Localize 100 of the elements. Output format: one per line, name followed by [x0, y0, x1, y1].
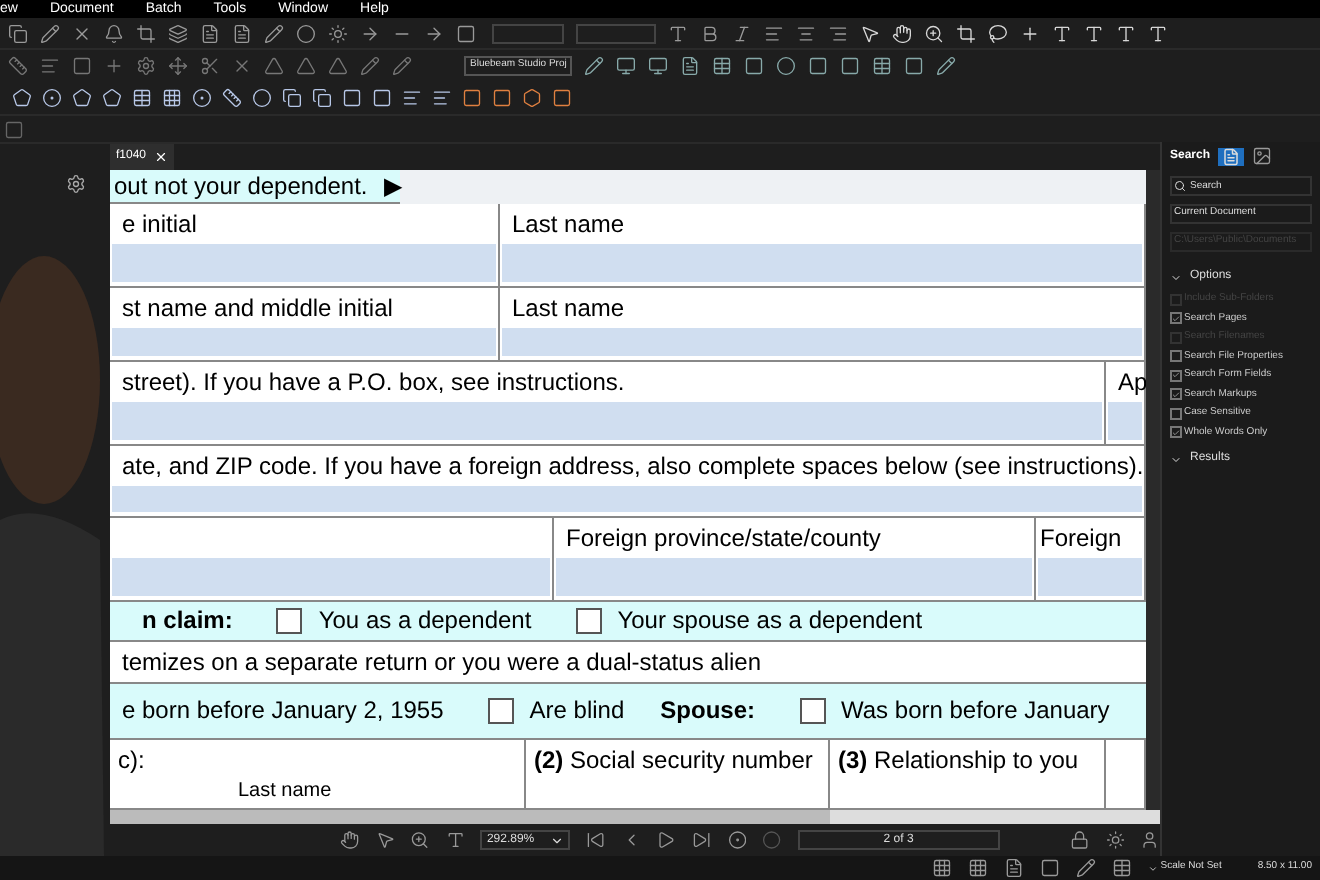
last-page-icon[interactable]	[691, 830, 712, 850]
document-icon[interactable]	[232, 23, 252, 43]
pencil-icon[interactable]	[264, 23, 284, 43]
checkbox[interactable]	[575, 607, 602, 634]
square-icon[interactable]	[1040, 858, 1061, 878]
table-icon[interactable]	[872, 56, 893, 76]
input-field[interactable]	[112, 244, 496, 283]
document-search-tab[interactable]	[1218, 147, 1245, 165]
text-icon[interactable]	[1084, 23, 1104, 43]
align-left-icon[interactable]	[764, 23, 784, 43]
copy-icon[interactable]	[282, 88, 302, 108]
lines-icon[interactable]	[432, 88, 452, 108]
scissors-icon[interactable]	[200, 56, 220, 76]
pointer-icon[interactable]	[375, 830, 395, 850]
bold-icon[interactable]	[700, 23, 720, 43]
checkbox[interactable]	[799, 697, 825, 724]
square-icon[interactable]	[492, 88, 512, 108]
square-icon[interactable]	[456, 23, 476, 43]
hand-icon[interactable]	[340, 830, 360, 850]
chevron-icon[interactable]	[1170, 453, 1182, 465]
pentagon-icon[interactable]	[72, 88, 92, 108]
checkbox[interactable]	[1170, 426, 1182, 439]
user-icon[interactable]	[1140, 830, 1160, 850]
pencil-icon[interactable]	[1076, 858, 1097, 878]
input-field[interactable]	[1038, 557, 1142, 597]
text-icon[interactable]	[1148, 23, 1168, 43]
copy-icon[interactable]	[8, 23, 28, 43]
lasso-icon[interactable]	[988, 23, 1008, 43]
text-icon[interactable]	[1052, 23, 1072, 43]
zoom-in-icon[interactable]	[410, 830, 430, 850]
document-icon[interactable]	[680, 56, 701, 76]
input-field[interactable]	[502, 244, 1142, 283]
caret-icon[interactable]	[550, 833, 565, 847]
lines-icon[interactable]	[40, 56, 60, 76]
circle-icon[interactable]	[776, 56, 797, 76]
table-icon[interactable]	[1112, 858, 1133, 878]
sun-icon[interactable]	[1105, 830, 1125, 850]
square-icon[interactable]	[808, 56, 829, 76]
document-icon[interactable]	[1004, 858, 1025, 878]
hexagon-icon[interactable]	[522, 88, 542, 108]
plus-icon[interactable]	[1020, 23, 1040, 43]
square-icon[interactable]	[372, 88, 392, 108]
back-icon[interactable]	[727, 830, 747, 850]
square-icon[interactable]	[342, 88, 362, 108]
ruler-icon[interactable]	[222, 88, 242, 108]
document-icon[interactable]	[200, 23, 220, 43]
square-icon[interactable]	[744, 56, 765, 76]
crop-icon[interactable]	[956, 23, 976, 43]
align-center-icon[interactable]	[796, 23, 816, 43]
grid-icon[interactable]	[932, 858, 953, 878]
monitor-icon[interactable]	[616, 56, 637, 76]
input-field[interactable]	[1108, 402, 1142, 440]
grid-icon[interactable]	[968, 858, 989, 878]
pencil-icon[interactable]	[936, 56, 957, 76]
hand-icon[interactable]	[892, 23, 912, 43]
input-field[interactable]	[112, 557, 550, 597]
input-field[interactable]	[112, 328, 496, 357]
lock-icon[interactable]	[1070, 830, 1090, 850]
checkbox[interactable]	[1170, 350, 1182, 363]
pencil-icon[interactable]	[40, 23, 60, 43]
circle-icon[interactable]	[192, 88, 212, 108]
monitor-icon[interactable]	[648, 56, 669, 76]
input-field[interactable]	[502, 328, 1142, 357]
checkbox[interactable]	[1170, 407, 1182, 420]
copy-icon[interactable]	[312, 88, 332, 108]
checkbox[interactable]	[276, 607, 303, 634]
input-field[interactable]	[556, 557, 1032, 597]
chevron-icon[interactable]	[1170, 271, 1182, 283]
pentagon-icon[interactable]	[12, 88, 32, 108]
text-icon[interactable]	[1116, 23, 1136, 43]
grid-icon[interactable]	[162, 88, 182, 108]
next-page-icon[interactable]	[656, 830, 676, 850]
input-field[interactable]	[112, 485, 1142, 512]
arrow-icon[interactable]	[360, 23, 380, 43]
circle-icon[interactable]	[296, 23, 316, 43]
checkbox[interactable]	[1170, 388, 1182, 401]
horizontal-scrollbar[interactable]	[110, 810, 1160, 824]
square-icon[interactable]	[840, 56, 861, 76]
bell-icon[interactable]	[104, 23, 124, 43]
table-icon[interactable]	[712, 56, 733, 76]
checkbox[interactable]	[487, 697, 514, 724]
align-right-icon[interactable]	[828, 23, 848, 43]
checkbox[interactable]	[1170, 369, 1182, 382]
arrow-icon[interactable]	[424, 23, 444, 43]
panel-icon[interactable]	[4, 119, 24, 139]
close-icon[interactable]	[154, 150, 169, 164]
checkbox[interactable]	[1170, 312, 1182, 325]
crop-icon[interactable]	[136, 23, 156, 43]
square-icon[interactable]	[462, 88, 482, 108]
text-select-icon[interactable]	[445, 830, 465, 850]
square-icon[interactable]	[904, 56, 925, 76]
pencil-icon[interactable]	[584, 56, 605, 76]
layers-icon[interactable]	[168, 23, 188, 43]
first-page-icon[interactable]	[586, 830, 606, 850]
settings-icon[interactable]	[66, 174, 86, 194]
lines-icon[interactable]	[402, 88, 422, 108]
circle-icon[interactable]	[42, 88, 62, 108]
close-icon[interactable]	[72, 23, 92, 43]
pencil-icon[interactable]	[392, 56, 412, 76]
settings-icon[interactable]	[136, 56, 156, 76]
